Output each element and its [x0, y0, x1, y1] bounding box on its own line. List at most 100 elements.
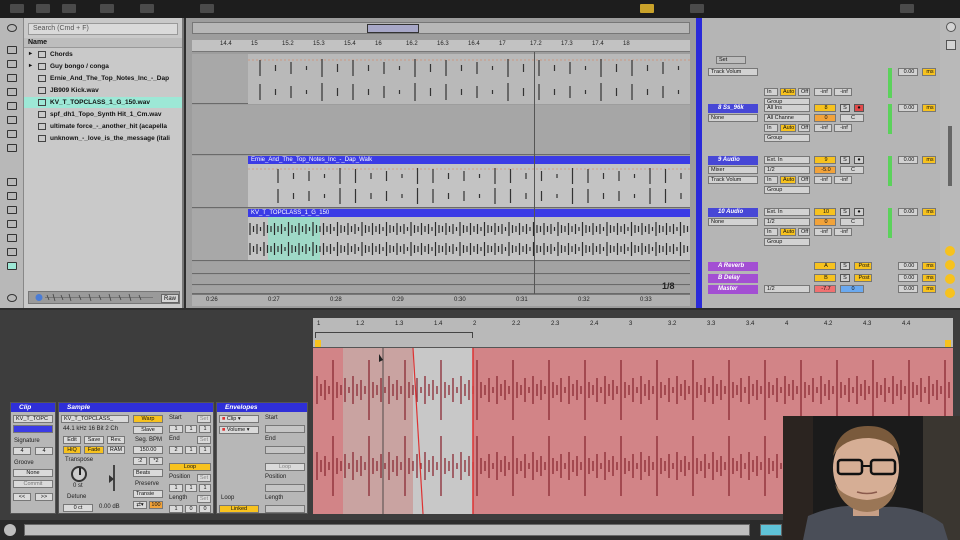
post-button[interactable]: Post: [854, 274, 872, 282]
gain-slider-handle[interactable]: [109, 475, 114, 483]
solo-button[interactable]: S: [840, 208, 850, 216]
browser-item[interactable]: KV_T_TOPCLASS_1_G_150.wav: [24, 97, 182, 108]
clip-color[interactable]: [13, 425, 53, 433]
samples-icon[interactable]: [7, 144, 17, 152]
ms-button[interactable]: ms: [922, 156, 936, 164]
track-name[interactable]: 10 Audio: [708, 208, 758, 217]
send-a-field[interactable]: -inf: [814, 124, 832, 132]
length-sixteenth[interactable]: 0: [199, 505, 211, 513]
return-track-name[interactable]: Master: [708, 285, 758, 294]
return-track-name[interactable]: A Reverb: [708, 262, 758, 271]
master-pan-field[interactable]: 0: [840, 285, 864, 293]
monitor-auto-button[interactable]: Auto: [780, 124, 796, 132]
pan-field[interactable]: C: [840, 218, 864, 226]
control-button[interactable]: [36, 4, 50, 13]
track-activator[interactable]: 8: [814, 104, 836, 112]
send-b-field[interactable]: -inf: [834, 176, 852, 184]
reverse-button[interactable]: Rev.: [107, 436, 125, 444]
monitor-in-button[interactable]: In: [764, 124, 778, 132]
send-a-field[interactable]: -inf: [814, 176, 832, 184]
start-marker[interactable]: [315, 340, 321, 347]
control-button[interactable]: [10, 4, 24, 13]
post-button[interactable]: Post: [854, 262, 872, 270]
search-input[interactable]: Search (Cmd + F): [28, 23, 178, 35]
preserve-select[interactable]: Transie: [133, 490, 163, 498]
start-beat[interactable]: 1: [185, 425, 197, 433]
ms-button[interactable]: ms: [922, 68, 936, 76]
env-length-field[interactable]: [265, 505, 305, 513]
expand-arrow-icon[interactable]: ▸: [29, 61, 32, 72]
set-button[interactable]: Set: [716, 56, 746, 64]
folder-icon[interactable]: [7, 220, 17, 228]
end-beat[interactable]: 1: [185, 446, 197, 454]
input-sub-select[interactable]: Track Volum: [708, 176, 758, 184]
commit-button[interactable]: Commit: [13, 480, 53, 488]
end-sixteenth[interactable]: 1: [199, 446, 211, 454]
position-bar[interactable]: 1: [169, 484, 183, 492]
midi-effects-icon[interactable]: [7, 102, 17, 110]
nudge-back-button[interactable]: <<: [13, 493, 31, 501]
transpose-knob[interactable]: [71, 466, 87, 482]
env-position-field[interactable]: [265, 484, 305, 492]
input-type-select[interactable]: Ext. In: [764, 156, 810, 164]
input-type-select[interactable]: Track Volum: [708, 68, 758, 76]
monitor-auto-button[interactable]: Auto: [780, 88, 796, 96]
monitor-select[interactable]: Mixer: [708, 166, 758, 174]
master-output-select[interactable]: 1/2: [764, 285, 810, 293]
start-bar[interactable]: 1: [169, 425, 183, 433]
return-track-lane[interactable]: [192, 275, 690, 285]
track-indicator[interactable]: [760, 524, 782, 536]
envelope-device-select[interactable]: ■ Clip ▾: [219, 415, 259, 423]
beat-ruler[interactable]: 14.4 15 15.2 15.3 15.4 16 16.2 16.3 16.4 17 17.2 17…: [192, 40, 690, 52]
master-volume-field[interactable]: -7.7: [814, 285, 836, 293]
control-button[interactable]: [690, 4, 704, 13]
linked-button[interactable]: Linked: [219, 505, 259, 513]
solo-button[interactable]: S: [840, 104, 850, 112]
volume-field[interactable]: 0: [814, 114, 836, 122]
warp-button[interactable]: Warp: [133, 415, 163, 423]
return-track-lane[interactable]: [192, 262, 690, 274]
input-type-select[interactable]: All Ins: [764, 104, 810, 112]
folder-icon[interactable]: [7, 234, 17, 242]
monitor-off-button[interactable]: Off: [798, 124, 810, 132]
pan-field[interactable]: C: [840, 114, 864, 122]
arm-button[interactable]: ●: [854, 208, 864, 216]
track-lane[interactable]: [192, 105, 690, 155]
input-type-select[interactable]: Ext. In: [764, 208, 810, 216]
folder-icon[interactable]: [7, 206, 17, 214]
clip-name-field[interactable]: KV_T_TOPC: [13, 415, 53, 423]
send-b-field[interactable]: -inf: [834, 228, 852, 236]
control-button[interactable]: [900, 4, 914, 13]
track-name[interactable]: 9 Audio: [708, 156, 758, 165]
return-activator[interactable]: A: [814, 262, 836, 270]
preview-waveform[interactable]: Raw: [28, 291, 180, 304]
env-start-field[interactable]: [265, 425, 305, 433]
monitor-in-button[interactable]: In: [764, 176, 778, 184]
time-ruler[interactable]: 1/8 0:26 0:27 0:28 0:29 0:30 0:31 0:32 0:33: [192, 281, 690, 306]
send-b-field[interactable]: -inf: [834, 124, 852, 132]
solo-button[interactable]: S: [840, 274, 850, 282]
seg-bpm-field[interactable]: 150.00: [133, 446, 163, 454]
toggle-icon[interactable]: [946, 22, 956, 32]
position-sixteenth[interactable]: 1: [199, 484, 211, 492]
play-icon[interactable]: [7, 24, 17, 32]
set-start-button[interactable]: Set: [197, 415, 211, 423]
mixer-toggle-icon[interactable]: [945, 288, 955, 298]
pan-field[interactable]: C: [840, 166, 864, 174]
monitor-in-button[interactable]: In: [764, 228, 778, 236]
end-bar[interactable]: 2: [169, 446, 183, 454]
audio-clip[interactable]: Ernie_And_The_Top_Notes_Inc_-_Dap_Walk: [248, 156, 690, 207]
expand-arrow-icon[interactable]: ▸: [29, 49, 32, 60]
control-button[interactable]: [140, 4, 154, 13]
fade-button[interactable]: Fade: [84, 446, 104, 454]
play-icon[interactable]: [4, 524, 16, 536]
browser-item[interactable]: ultimate force_-_another_hit (acapella: [24, 121, 182, 132]
menu-icon[interactable]: [946, 40, 956, 50]
signature-denominator[interactable]: 4: [35, 447, 53, 455]
monitor-select[interactable]: None: [708, 218, 758, 226]
places-icon[interactable]: [7, 178, 17, 186]
sounds-icon[interactable]: [7, 46, 17, 54]
track-lane[interactable]: Ernie_And_The_Top_Notes_Inc_-_Dap_Walk: [192, 156, 690, 208]
volume-field[interactable]: -5.0: [814, 166, 836, 174]
nudge-forward-button[interactable]: >>: [35, 493, 53, 501]
